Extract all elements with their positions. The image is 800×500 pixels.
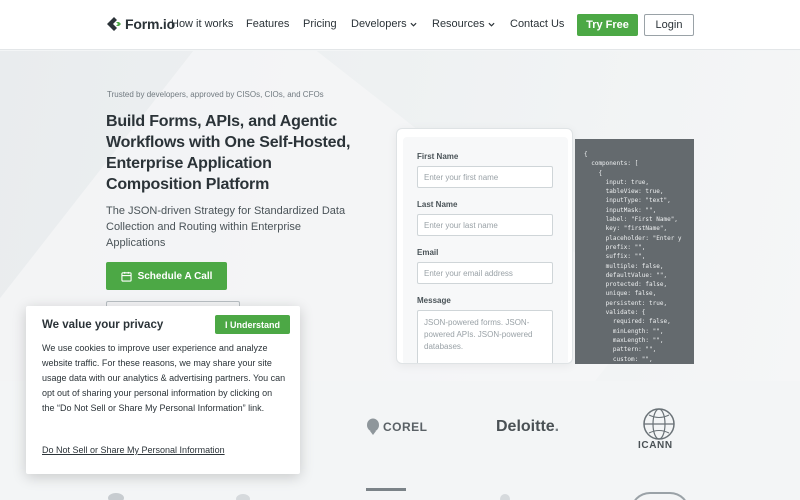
nav-how-it-works[interactable]: How it works — [171, 18, 233, 30]
nav-contact-us[interactable]: Contact Us — [510, 18, 564, 30]
nav-label: Resources — [432, 18, 485, 30]
corel-text: COREL — [383, 420, 428, 434]
schedule-call-button[interactable]: Schedule A Call — [106, 262, 227, 290]
deloitte-text: Deloitte — [496, 418, 555, 435]
deloitte-dot: . — [554, 418, 560, 435]
message-label: Message — [417, 296, 451, 305]
nav-resources[interactable]: Resources — [432, 18, 495, 30]
nav-pricing[interactable]: Pricing — [303, 18, 337, 30]
partner-logo-fragment — [500, 494, 510, 500]
formio-logo-icon — [107, 17, 121, 31]
json-code-sample: { components: [ { input: true, tableView… — [584, 151, 682, 363]
privacy-title: We value your privacy — [42, 319, 164, 331]
email-label: Email — [417, 248, 439, 257]
partner-logo-fragment — [108, 493, 124, 500]
schedule-call-label: Schedule A Call — [137, 270, 213, 282]
nav-label: How it works — [171, 18, 234, 30]
trusted-tagline: Trusted by developers, approved by CISOs… — [107, 90, 324, 99]
message-textarea[interactable]: JSON-powered forms. JSON-powered APIs. J… — [417, 310, 553, 363]
first-name-input[interactable]: Enter your first name — [417, 166, 553, 188]
nav-developers[interactable]: Developers — [351, 18, 417, 30]
first-name-label: First Name — [417, 152, 459, 161]
corel-logo: COREL — [366, 418, 428, 436]
partner-logo-fragment — [366, 488, 406, 500]
calendar-icon — [120, 271, 132, 282]
json-code-panel: { components: [ { input: true, tableView… — [575, 139, 694, 364]
chevron-down-icon — [488, 22, 495, 27]
nav-label: Features — [246, 18, 290, 30]
privacy-consent-dialog: We value your privacy I Understand We us… — [26, 306, 300, 474]
nav-features[interactable]: Features — [246, 18, 289, 30]
nav-label: Contact Us — [510, 18, 565, 30]
logo-text: Form.io — [125, 16, 175, 32]
hero-subheadline: The JSON-driven Strategy for Standardize… — [106, 205, 346, 249]
partner-logo-fragment — [236, 494, 250, 500]
i-understand-button[interactable]: I Understand — [215, 315, 290, 334]
site-header: Form.io How it works Features Pricing De… — [0, 0, 800, 50]
deloitte-logo: Deloitte. — [496, 418, 559, 436]
last-name-input[interactable]: Enter your last name — [417, 214, 553, 236]
email-input[interactable]: Enter your email address — [417, 262, 553, 284]
nav-label: Developers — [351, 18, 407, 30]
corel-balloon-icon — [367, 418, 379, 435]
privacy-body-text: We use cookies to improve user experienc… — [42, 343, 286, 413]
icann-text: ICANN — [638, 440, 673, 451]
chevron-down-icon — [410, 22, 417, 27]
partner-logo-fragment — [630, 492, 690, 500]
form-demo-card: First Name Enter your first name Last Na… — [396, 128, 573, 364]
login-button[interactable]: Login — [644, 14, 694, 36]
nav-label: Pricing — [303, 18, 337, 30]
formio-logo[interactable]: Form.io — [106, 16, 175, 32]
hero-headline: Build Forms, APIs, and Agentic Workflows… — [106, 113, 351, 193]
last-name-label: Last Name — [417, 200, 458, 209]
try-free-button[interactable]: Try Free — [577, 14, 638, 36]
do-not-sell-link[interactable]: Do Not Sell or Share My Personal Informa… — [42, 445, 225, 455]
